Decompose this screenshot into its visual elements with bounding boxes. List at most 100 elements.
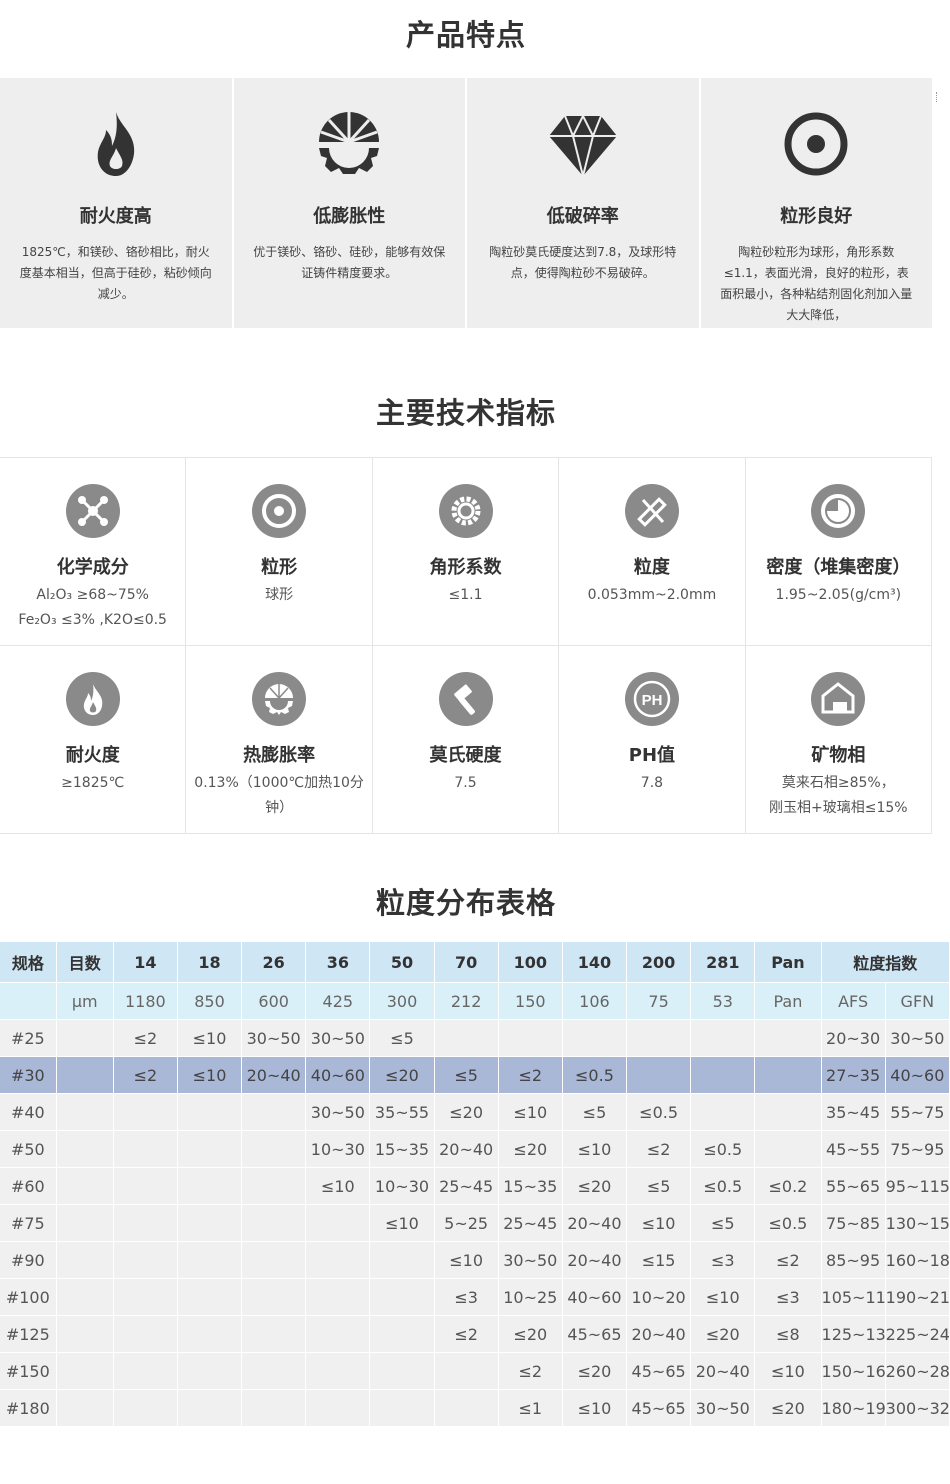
table-cell [56, 1204, 114, 1242]
table-cell [56, 1019, 114, 1057]
table-cell: ≤10 [562, 1130, 628, 1168]
spec-name: 热膨胀率 [243, 745, 316, 766]
table-header-cell: 36 [305, 942, 371, 983]
table-cell: 160~180 [885, 1241, 950, 1279]
spec-value: ≤1.1 [373, 583, 558, 608]
table-subheader-cell: 1180 [113, 982, 178, 1020]
feature-card: 粒形良好 陶粒砂粒形为球形，角形系数≤1.1，表面光滑，良好的粒形，表面积最小，… [700, 78, 932, 328]
spec-value-line: 1.95~2.05(g/cm³) [775, 587, 902, 603]
table-cell [56, 1352, 114, 1390]
table-cell: 190~210 [885, 1278, 950, 1316]
table-cell: 20~40 [562, 1241, 628, 1279]
spec-value: 1.95~2.05(g/cm³) [746, 583, 931, 608]
specs-row: 耐火度 ≥1825℃ 热膨胀率 0.13%（1000℃加热10分钟） 莫氏硬度 … [0, 646, 933, 834]
table-cell [690, 1019, 756, 1057]
table-cell: ≤15 [626, 1241, 692, 1279]
table-cell: 15~35 [369, 1130, 435, 1168]
table-cell [690, 1056, 756, 1094]
table-cell: ≤20 [562, 1352, 628, 1390]
table-cell: 20~30 [821, 1019, 886, 1057]
spec-name: 粒度 [633, 557, 670, 578]
table-cell [241, 1352, 307, 1390]
table-cell [754, 1019, 822, 1057]
spec-value: 莫来石相≥85%， 刚玉相+玻璃相≤15% [746, 771, 931, 821]
spec-value-line: 7.8 [640, 775, 664, 791]
table-cell: ≤10 [369, 1204, 435, 1242]
table-cell: 30~50 [690, 1389, 756, 1427]
table-cell: 20~40 [626, 1315, 692, 1353]
table-cell [305, 1352, 371, 1390]
table-cell: 15~35 [498, 1167, 563, 1205]
table-row: #75 ≤10 5~25 25~45 20~40 ≤10 ≤5 ≤0.5 75~85 130~15… [0, 1204, 950, 1242]
spec-value: 球形 [186, 583, 371, 608]
feature-desc: 陶粒砂粒形为球形，角形系数≤1.1，表面光滑，良好的粒形，表面积最小，各种粘结剂… [720, 245, 913, 322]
table-cell: 30~50 [305, 1093, 371, 1131]
spec-name: 粒形 [261, 557, 298, 578]
table-cell: 30~50 [305, 1019, 371, 1057]
spec-card: 粒形 球形 [186, 458, 373, 645]
table-cell: #60 [0, 1167, 57, 1205]
table-cell [562, 1019, 628, 1057]
spec-value: 7.5 [373, 771, 558, 796]
table-header-cell: 规格 [0, 942, 57, 983]
features-section-title: 产品特点 [405, 18, 526, 52]
table-cell: 75~95 [885, 1130, 950, 1168]
spec-name: 耐火度 [65, 745, 120, 766]
table-subheader-cell [0, 982, 57, 1020]
spec-value-line: ≤1.1 [448, 587, 483, 603]
table-cell: 25~45 [434, 1167, 499, 1205]
table-subheader-cell: 425 [305, 982, 371, 1020]
table-cell [56, 1130, 114, 1168]
table-cell: 55~65 [821, 1167, 886, 1205]
table-cell: ≤0.5 [754, 1204, 822, 1242]
table-subheader-cell: GFN [885, 982, 950, 1020]
feature-name: 粒形良好 [780, 206, 853, 227]
table-cell [305, 1204, 371, 1242]
table-cell [626, 1056, 692, 1094]
table-subheader-cell: 300 [369, 982, 435, 1020]
table-header-cell: 50 [369, 942, 435, 983]
table-cell: ≤3 [690, 1241, 756, 1279]
table-header-cell: 200 [626, 942, 692, 983]
table-subheader-cell: 53 [690, 982, 756, 1020]
table-cell: ≤2 [113, 1019, 178, 1057]
spec-card: 热膨胀率 0.13%（1000℃加热10分钟） [186, 646, 373, 833]
table-cell [241, 1167, 307, 1205]
table-cell: 40~60 [305, 1056, 371, 1094]
table-header-cell: Pan [754, 942, 822, 983]
table-cell: ≤20 [754, 1389, 822, 1427]
table-cell [177, 1167, 243, 1205]
table-cell [690, 1093, 756, 1131]
table-subheader-cell: 150 [498, 982, 563, 1020]
expansion-gear-icon [252, 672, 307, 726]
table-cell: ≤2 [113, 1056, 178, 1094]
spec-card: 角形系数 ≤1.1 [373, 458, 560, 645]
table-cell [177, 1204, 243, 1242]
table-cell [177, 1093, 243, 1131]
table-cell: 25~45 [498, 1204, 563, 1242]
table-cell: 95~115 [885, 1167, 950, 1205]
table-cell [56, 1167, 114, 1205]
table-cell [113, 1352, 178, 1390]
table-cell: 5~25 [434, 1204, 499, 1242]
spec-card: 密度（堆集密度） 1.95~2.05(g/cm³) [746, 458, 933, 645]
table-cell [305, 1278, 371, 1316]
table-cell: ≤5 [369, 1019, 435, 1057]
feature-desc: 优于镁砂、铬砂、硅砂，能够有效保证铸件精度要求。 [253, 245, 446, 280]
table-cell [369, 1315, 435, 1353]
target-icon [784, 112, 848, 176]
spec-value: 0.13%（1000℃加热10分钟） [186, 771, 371, 821]
spec-value-line: ≥1825℃ [61, 775, 125, 791]
table-cell: 45~65 [562, 1315, 628, 1353]
table-cell [113, 1093, 178, 1131]
table-header-cell: 281 [690, 942, 756, 983]
table-cell [754, 1130, 822, 1168]
table-cell: ≤0.2 [754, 1167, 822, 1205]
table-cell: 45~65 [626, 1389, 692, 1427]
hammer-icon [438, 672, 493, 726]
table-cell: 10~25 [498, 1278, 563, 1316]
table-cell: 20~40 [241, 1056, 307, 1094]
table-row: #30 ≤2 ≤10 20~40 40~60 ≤20 ≤5 ≤2 ≤0.5 27~35 40~60 [0, 1056, 950, 1094]
table-cell: 30~50 [498, 1241, 563, 1279]
table-cell: 180~190 [821, 1389, 886, 1427]
